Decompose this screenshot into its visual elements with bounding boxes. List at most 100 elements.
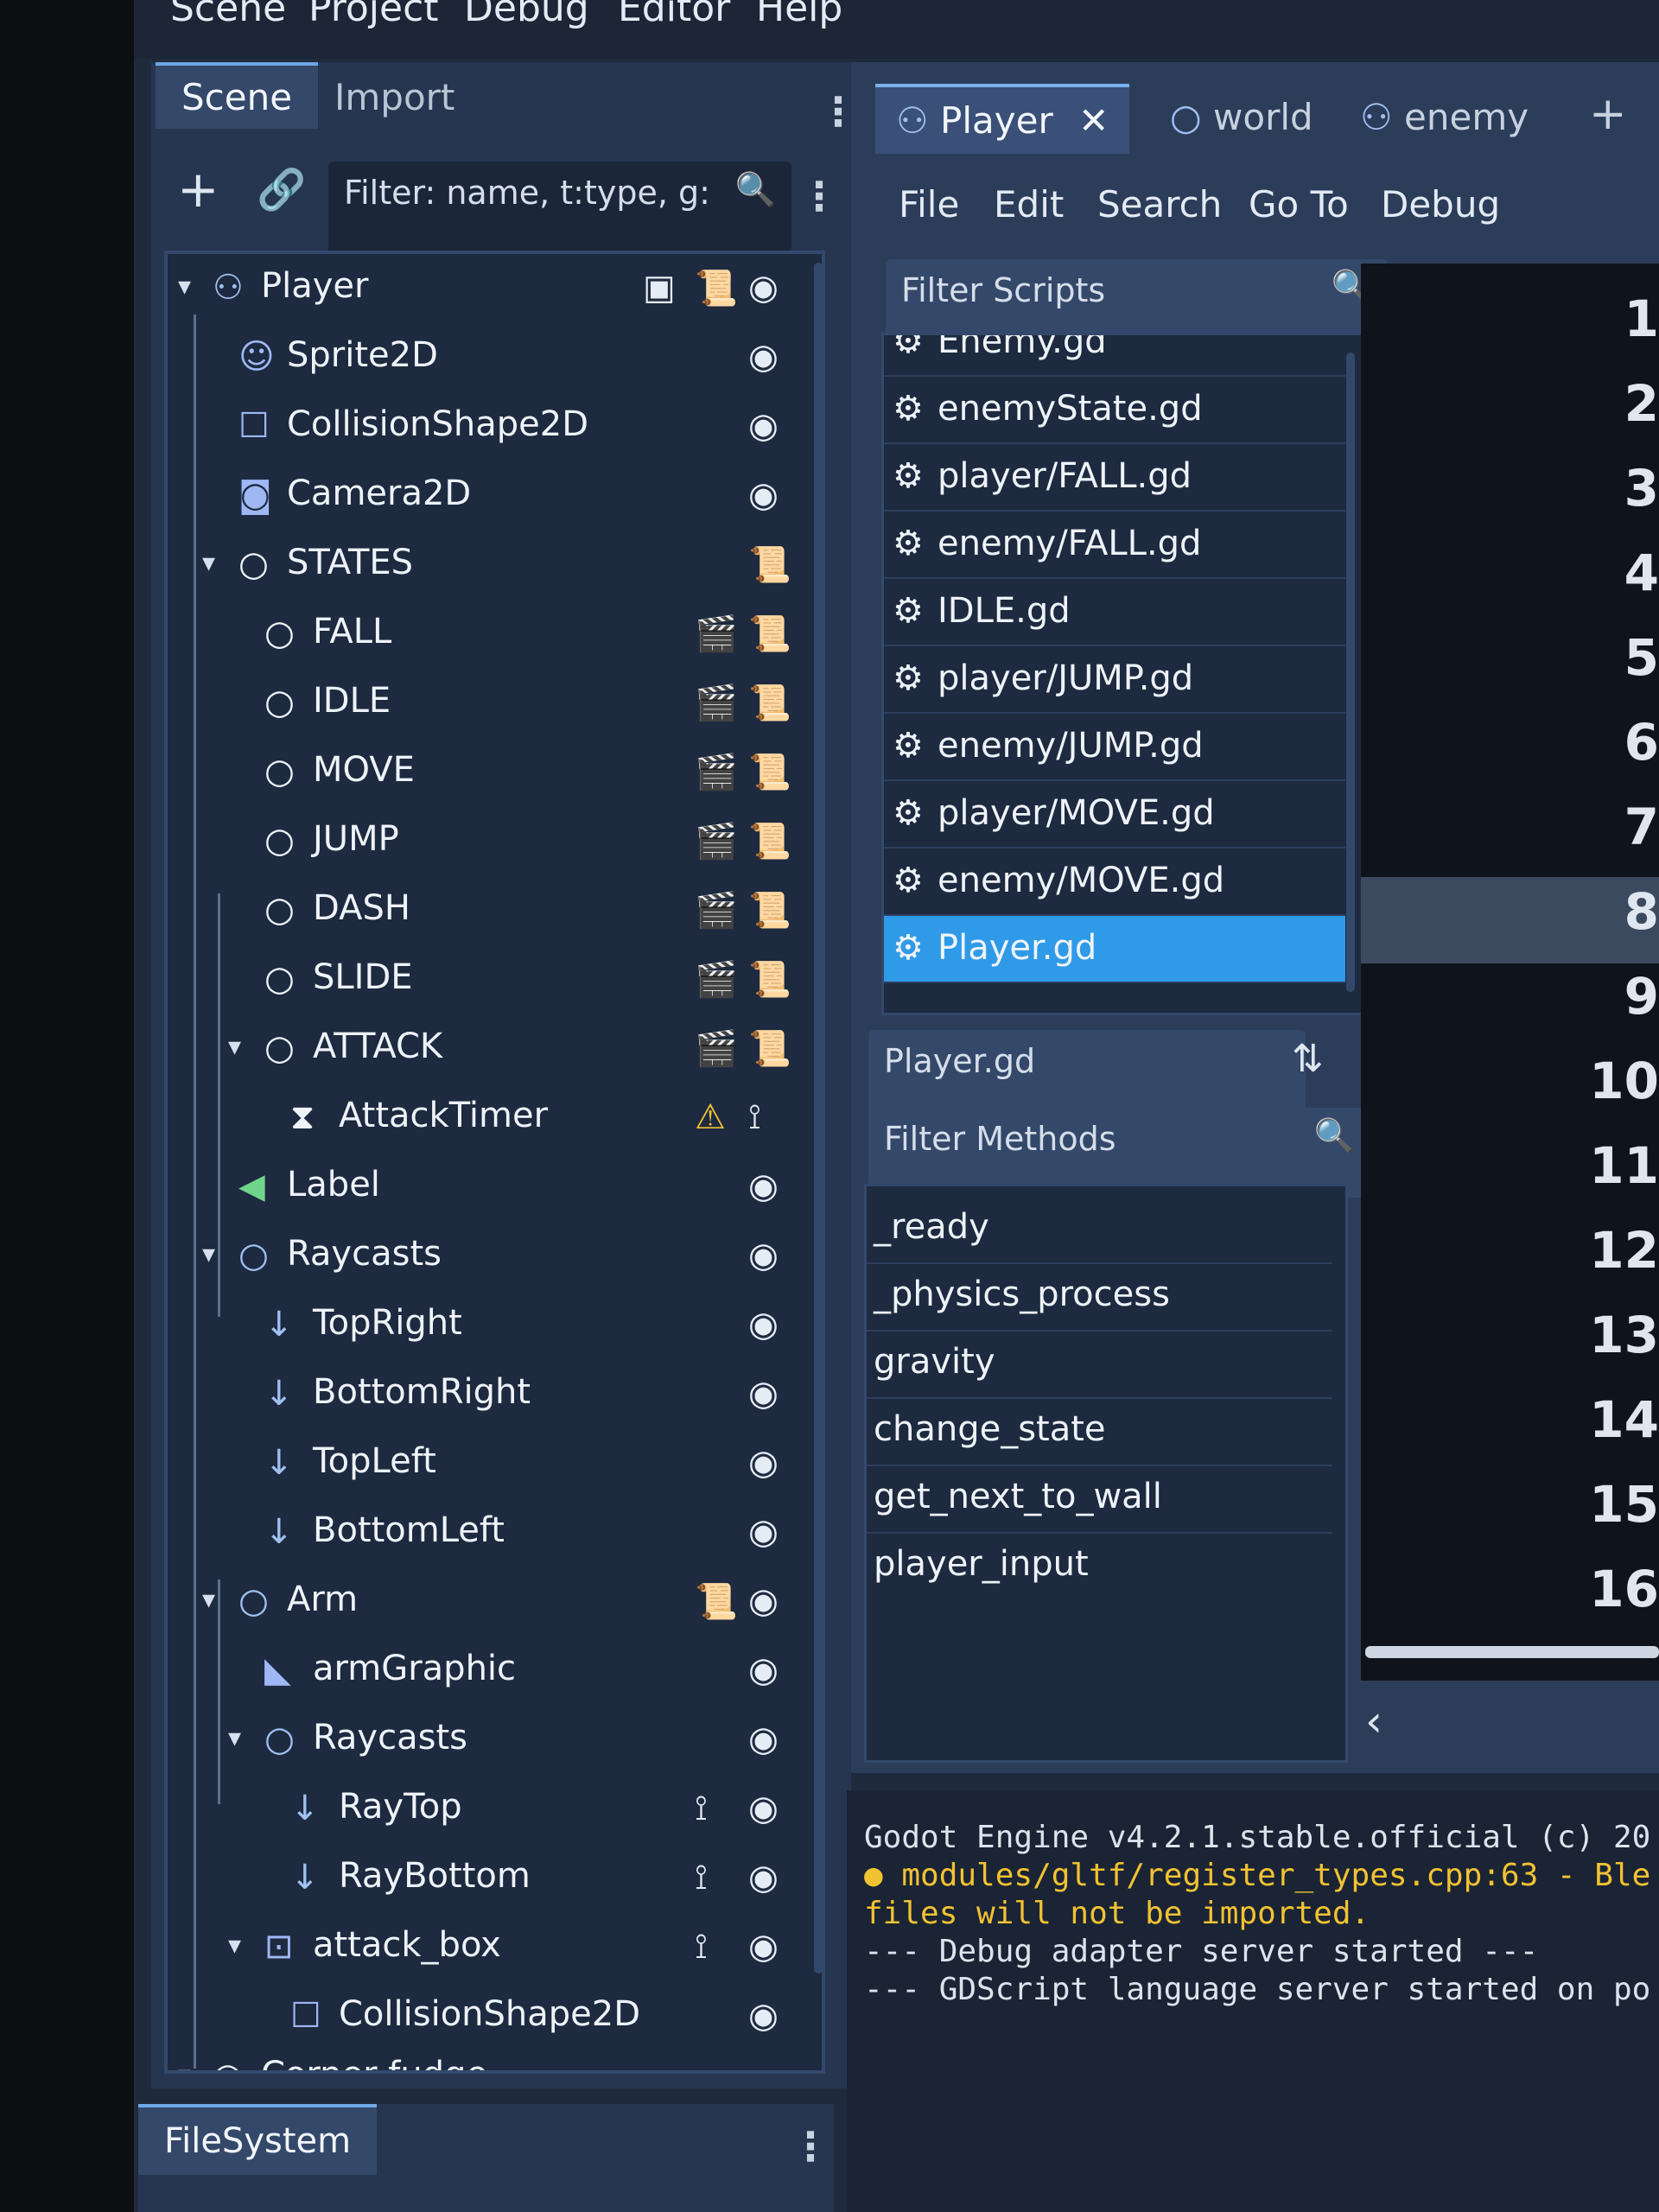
tree-node-attacktimer[interactable]: ⧗ AttackTimer ⚠ ⟟ bbox=[168, 1084, 822, 1153]
script-icon[interactable]: 📜 bbox=[748, 613, 791, 654]
tree-node-arm-raycasts[interactable]: ▾ ○ Raycasts ◉ bbox=[168, 1706, 822, 1775]
tree-node-attack-box[interactable]: ▾ ⊡ attack_box ⟟ ◉ bbox=[168, 1913, 822, 1982]
script-menu-file[interactable]: File bbox=[899, 183, 959, 226]
tab-player-scene[interactable]: ⚇ Player ✕ bbox=[875, 84, 1130, 154]
collapse-caret-icon[interactable]: ▾ bbox=[202, 1239, 215, 1269]
sort-icon[interactable]: ⇅ bbox=[1292, 1040, 1324, 1078]
visibility-eye-icon[interactable]: ◉ bbox=[748, 1166, 779, 1206]
visibility-eye-icon[interactable]: ◉ bbox=[748, 1581, 779, 1621]
clapper-icon[interactable]: 🎬 bbox=[695, 890, 738, 931]
tab-filesystem[interactable]: FileSystem bbox=[138, 2104, 378, 2175]
warning-icon[interactable]: ⚠ bbox=[695, 1097, 726, 1137]
close-icon[interactable]: ✕ bbox=[1078, 99, 1109, 142]
collapse-caret-icon[interactable]: ▾ bbox=[178, 271, 191, 302]
tree-node-idle[interactable]: ○ IDLE 🎬 📜 bbox=[168, 669, 822, 738]
tree-node-jump[interactable]: ○ JUMP 🎬 📜 bbox=[168, 807, 822, 876]
tree-node-collisionshape2d[interactable]: ☐ CollisionShape2D ◉ bbox=[168, 392, 822, 461]
clapper-icon[interactable]: 🎬 bbox=[695, 1028, 738, 1069]
script-icon[interactable]: 📜 bbox=[748, 821, 791, 861]
method-item[interactable]: change_state bbox=[867, 1397, 1332, 1466]
visibility-eye-icon[interactable]: ◉ bbox=[748, 1719, 779, 1759]
script-icon[interactable]: 📜 bbox=[748, 544, 791, 585]
scene-filter-menu-icon[interactable]: ⋮ bbox=[799, 173, 839, 219]
method-item[interactable]: player_input bbox=[867, 1532, 1332, 1599]
tree-node-label[interactable]: ◀ Label ◉ bbox=[168, 1153, 822, 1222]
visibility-eye-icon[interactable]: ◉ bbox=[748, 475, 779, 515]
add-node-icon[interactable]: + bbox=[177, 164, 219, 214]
scene-filter-input[interactable]: Filter: name, t:type, g: 🔍 bbox=[328, 162, 791, 257]
code-editor[interactable]: 1 2 3 4 5 6 7 8 9 10 11 12 13 14 15 16 bbox=[1361, 264, 1659, 1681]
clapper-icon[interactable]: 🎬 bbox=[695, 613, 738, 654]
script-item[interactable]: ⚙ enemy/MOVE.gd bbox=[884, 849, 1345, 916]
tree-node-topright[interactable]: ↓ TopRight ◉ bbox=[168, 1291, 822, 1360]
menu-scene[interactable]: Scene bbox=[170, 0, 286, 30]
tree-node-bottomleft[interactable]: ↓ BottomLeft ◉ bbox=[168, 1498, 822, 1567]
script-item[interactable]: ⚙ enemy/JUMP.gd bbox=[884, 714, 1345, 781]
visibility-eye-icon[interactable]: ◉ bbox=[748, 1443, 779, 1483]
tree-node-player[interactable]: ▾ ⚇ Player ▣ 📜 ◉ bbox=[168, 254, 822, 323]
tree-node-dash[interactable]: ○ DASH 🎬 📜 bbox=[168, 876, 822, 945]
collapse-caret-icon[interactable]: ▾ bbox=[228, 1032, 241, 1062]
tree-node-sprite2d[interactable]: ☺ Sprite2D ◉ bbox=[168, 323, 822, 392]
script-item[interactable]: ⚙ IDLE.gd bbox=[884, 579, 1345, 646]
script-icon[interactable]: 📜 bbox=[748, 1028, 791, 1069]
script-item[interactable]: ⚙ Enemy.gd bbox=[884, 335, 1345, 377]
script-item[interactable]: ⚙ player/MOVE.gd bbox=[884, 781, 1345, 849]
method-item[interactable]: _ready bbox=[867, 1195, 1332, 1264]
script-item[interactable]: ⚙ enemy/FALL.gd bbox=[884, 512, 1345, 579]
visibility-eye-icon[interactable]: ◉ bbox=[748, 1512, 779, 1552]
collapse-caret-icon[interactable]: ▾ bbox=[228, 1723, 241, 1753]
script-icon[interactable]: 📜 bbox=[748, 752, 791, 792]
collapse-caret-icon[interactable]: ▾ bbox=[202, 548, 215, 578]
script-item[interactable]: ⚙ enemyState.gd bbox=[884, 377, 1345, 444]
script-item[interactable]: ⚙ player/FALL.gd bbox=[884, 444, 1345, 512]
menu-project[interactable]: Project bbox=[308, 0, 439, 30]
tree-scrollbar[interactable] bbox=[814, 263, 822, 1974]
menu-help[interactable]: Help bbox=[756, 0, 842, 30]
script-icon[interactable]: 📜 bbox=[748, 683, 791, 723]
collapse-caret-icon[interactable]: ▾ bbox=[178, 2060, 191, 2070]
tree-node-bottomright[interactable]: ↓ BottomRight ◉ bbox=[168, 1360, 822, 1429]
tab-scene[interactable]: Scene bbox=[156, 62, 319, 129]
method-item[interactable]: gravity bbox=[867, 1330, 1332, 1399]
signal-icon[interactable]: ⟟ bbox=[695, 1858, 708, 1897]
script-icon[interactable]: 📜 bbox=[695, 1581, 738, 1622]
visibility-eye-icon[interactable]: ◉ bbox=[748, 1996, 779, 2036]
tab-import[interactable]: Import bbox=[308, 66, 480, 129]
visibility-eye-icon[interactable]: ◉ bbox=[748, 337, 779, 377]
visibility-eye-icon[interactable]: ◉ bbox=[748, 406, 779, 446]
filesystem-menu-icon[interactable]: ⋮ bbox=[791, 2123, 830, 2170]
clapper-icon[interactable]: 🎬 bbox=[695, 821, 738, 861]
signal-icon[interactable]: ⟟ bbox=[748, 1097, 761, 1137]
collapse-caret-icon[interactable]: ▾ bbox=[228, 1930, 241, 1961]
script-menu-debug[interactable]: Debug bbox=[1381, 183, 1500, 226]
visibility-eye-icon[interactable]: ◉ bbox=[748, 1858, 779, 1897]
tree-node-raytop[interactable]: ↓ RayTop ⟟ ◉ bbox=[168, 1775, 822, 1844]
visibility-eye-icon[interactable]: ◉ bbox=[748, 268, 779, 308]
tree-node-move[interactable]: ○ MOVE 🎬 📜 bbox=[168, 738, 822, 807]
script-menu-search[interactable]: Search bbox=[1097, 183, 1222, 226]
script-icon[interactable]: 📜 bbox=[748, 959, 791, 1000]
visibility-eye-icon[interactable]: ◉ bbox=[748, 1927, 779, 1967]
tree-node-arm[interactable]: ▾ ○ Arm 📜 ◉ bbox=[168, 1567, 822, 1637]
clapper-icon[interactable]: 🎬 bbox=[695, 752, 738, 792]
tree-node-raycasts[interactable]: ▾ ○ Raycasts ◉ bbox=[168, 1222, 822, 1291]
link-icon[interactable]: 🔗 bbox=[257, 169, 306, 209]
group-icon[interactable]: ▣ bbox=[643, 268, 676, 308]
clapper-icon[interactable]: 🎬 bbox=[695, 683, 738, 723]
menu-editor[interactable]: Editor bbox=[618, 0, 730, 30]
visibility-eye-icon[interactable]: ◉ bbox=[748, 1789, 779, 1828]
tab-enemy-scene[interactable]: ⚇ enemy bbox=[1339, 84, 1549, 150]
tree-node-camera2d[interactable]: ◙ Camera2D ◉ bbox=[168, 461, 822, 531]
tree-node-slide[interactable]: ○ SLIDE 🎬 📜 bbox=[168, 945, 822, 1014]
clapper-icon[interactable]: 🎬 bbox=[695, 959, 738, 1000]
tab-world-scene[interactable]: ○ world bbox=[1149, 84, 1334, 150]
script-menu-goto[interactable]: Go To bbox=[1249, 183, 1349, 226]
collapse-caret-icon[interactable]: ▾ bbox=[202, 1585, 215, 1615]
tree-node-states[interactable]: ▾ ○ STATES 📜 bbox=[168, 531, 822, 600]
method-item[interactable]: get_next_to_wall bbox=[867, 1465, 1332, 1534]
visibility-eye-icon[interactable]: ◉ bbox=[748, 1305, 779, 1344]
tree-node-topleft[interactable]: ↓ TopLeft ◉ bbox=[168, 1429, 822, 1498]
script-item-selected[interactable]: ⚙ Player.gd bbox=[884, 916, 1345, 983]
chevron-left-icon[interactable]: ‹ bbox=[1365, 1700, 1382, 1743]
